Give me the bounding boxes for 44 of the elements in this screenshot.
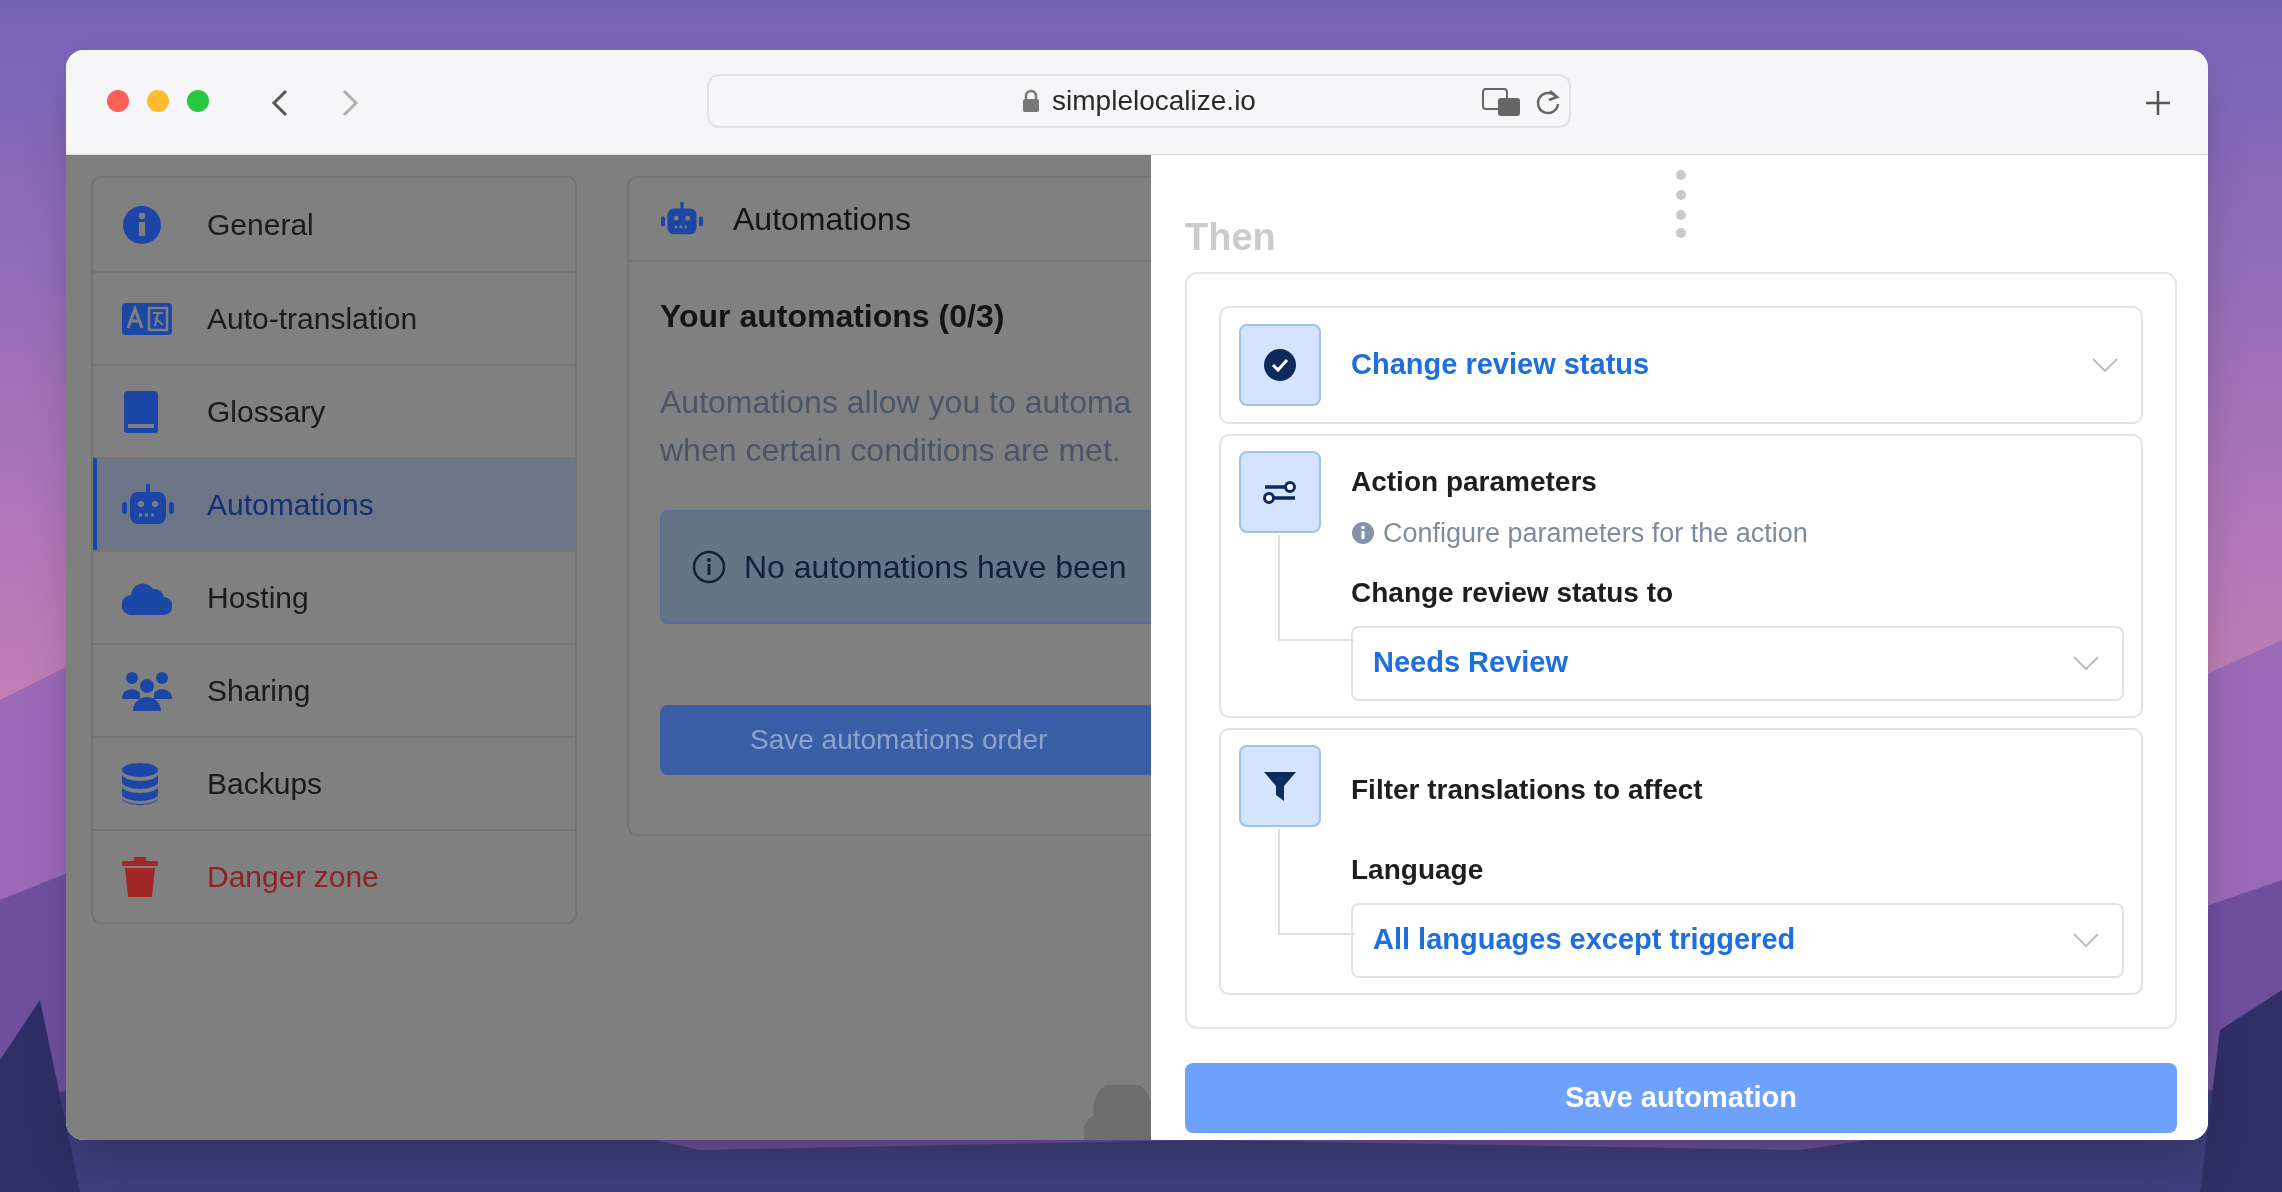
select-field[interactable]: Needs Review [1351,625,2124,701]
sidebar-item[interactable]: Sharing [93,643,575,736]
save-automation-button[interactable]: Save automation [1185,1062,2177,1133]
chevron-down-icon [2091,357,2119,373]
chevron-down-icon [2072,932,2100,948]
sidebar-item[interactable]: Hosting [93,550,575,643]
new-tab-icon[interactable] [2144,89,2172,117]
address-bar[interactable]: simplelocalize.io [707,74,1571,128]
info-icon [1351,521,1375,546]
chat-bubble-icon [1084,1085,1151,1140]
sidebar-item[interactable]: General [93,178,575,271]
robot-icon [122,483,174,526]
action-select[interactable]: Change review status [1219,306,2143,424]
select-field[interactable]: All languages except triggered [1351,902,2124,978]
sliders-icon [1263,480,1297,504]
sidebar-item[interactable]: Backups [93,736,575,829]
info-icon [122,204,162,245]
hint-text: Configure parameters for the action [1383,517,1808,550]
save-order-button[interactable]: Save automations order [660,705,1151,775]
info-icon [692,550,726,584]
field-label: Change review status to [1351,575,1674,610]
field-label: Language [1351,852,1484,887]
step-title: Filter translations to affect [1351,772,1703,807]
check-circle-icon [1263,348,1297,382]
translate-icon [122,302,172,335]
back-icon[interactable] [270,88,290,118]
vertical-dots-icon [1675,169,1687,239]
chevron-down-icon [2072,655,2100,671]
notice-text: No automations have been [744,548,1127,587]
reload-icon[interactable] [1534,87,1562,117]
robot-icon [661,202,703,236]
step-title: Action parameters [1351,465,1597,499]
sidebar-item[interactable]: Automations [93,457,575,550]
database-icon [122,762,158,805]
automations-heading: Your automations (0/3) [660,297,1005,336]
lock-icon [1022,89,1041,113]
url-text: simplelocalize.io [1052,84,1256,118]
close-window-button[interactable] [107,90,129,112]
trash-icon [122,856,158,897]
sidebar-item[interactable]: Auto-translation [93,271,575,364]
users-icon [122,670,172,711]
panel-title: Automations [733,200,911,239]
translate-icon[interactable] [1482,88,1522,118]
book-icon [122,390,158,433]
